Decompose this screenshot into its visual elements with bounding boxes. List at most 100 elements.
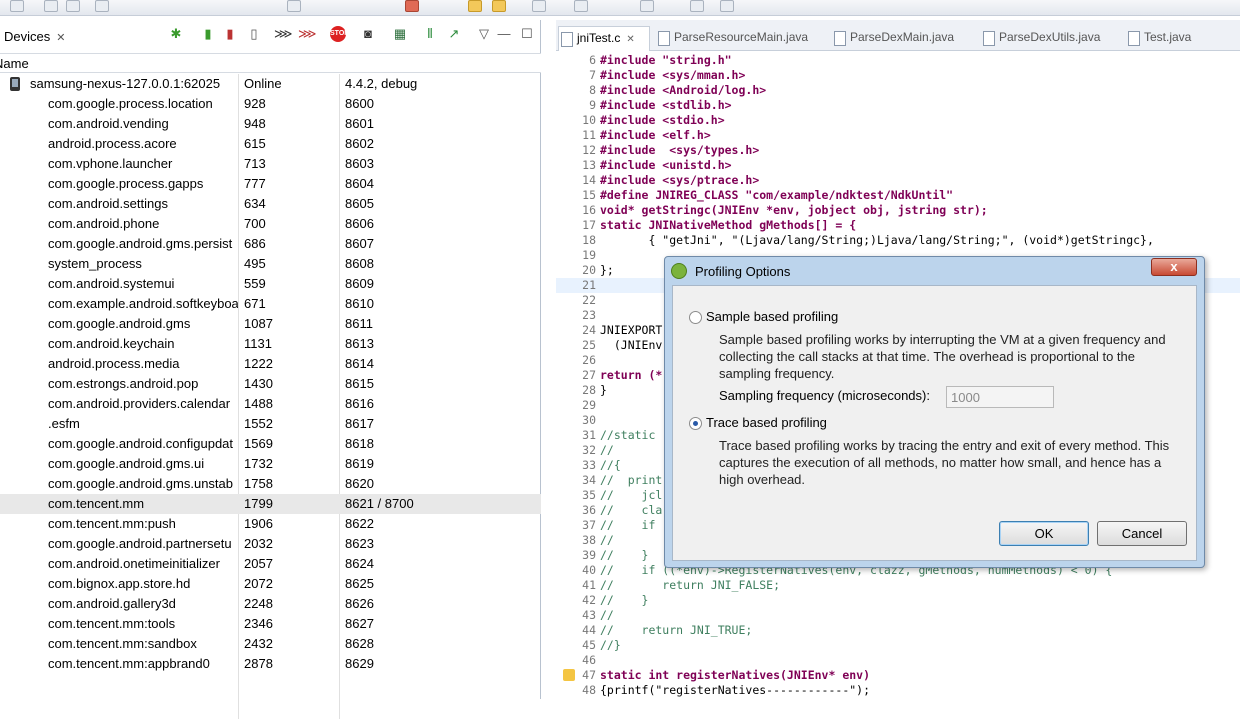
debug-process-icon[interactable]: ✱	[168, 26, 184, 42]
screen-capture-icon[interactable]: ◙	[360, 26, 376, 42]
history-icon[interactable]	[690, 0, 704, 12]
process-row[interactable]: com.android.systemui 559 8609	[0, 274, 541, 294]
tab-jnitest-c[interactable]: jniTest.c ✕	[558, 26, 650, 51]
column-name-header[interactable]: Name	[0, 56, 29, 71]
update-threads-icon[interactable]: ⋙	[274, 26, 293, 42]
opengl-trace-icon[interactable]: ↗	[446, 26, 462, 42]
line-number: 36	[582, 503, 596, 517]
process-row[interactable]: com.estrongs.android.pop 1430 8615	[0, 374, 541, 394]
line-text: //	[600, 533, 614, 547]
process-row[interactable]: com.tencent.mm 1799 8621 / 8700	[0, 494, 541, 514]
process-row[interactable]: com.android.gallery3d 2248 8626	[0, 594, 541, 614]
open-folder-icon[interactable]	[468, 0, 482, 12]
cancel-button[interactable]: Cancel	[1097, 521, 1187, 546]
process-row[interactable]: com.tencent.mm:push 1906 8622	[0, 514, 541, 534]
process-row[interactable]: com.google.android.gms 1087 8611	[0, 314, 541, 334]
process-row[interactable]: system_process 495 8608	[0, 254, 541, 274]
ok-button[interactable]: OK	[999, 521, 1089, 546]
devices-tab[interactable]: Devices ✕	[0, 20, 70, 52]
sample-profiling-label[interactable]: Sample based profiling	[706, 309, 838, 324]
process-row[interactable]: com.tencent.mm:appbrand0 2878 8629	[0, 654, 541, 674]
process-row[interactable]: com.google.android.gms.unstab 1758 8620	[0, 474, 541, 494]
close-icon[interactable]: ✕	[626, 34, 634, 45]
process-row[interactable]: com.google.process.gapps 777 8604	[0, 174, 541, 194]
process-row[interactable]: com.google.android.configupdat 1569 8618	[0, 434, 541, 454]
line-text: static int registerNatives(JNIEnv* env)	[600, 668, 871, 682]
process-row[interactable]: com.android.vending 948 8601	[0, 114, 541, 134]
new-icon[interactable]	[10, 0, 24, 12]
navigate-icon[interactable]	[532, 0, 546, 12]
tab-parseresourcemain[interactable]: ParseResourceMain.java	[656, 26, 826, 51]
line-number: 23	[582, 308, 596, 322]
tab-parsedexmain[interactable]: ParseDexMain.java	[832, 26, 977, 51]
line-number: 29	[582, 398, 596, 412]
back-icon[interactable]	[574, 0, 588, 12]
dump-view-hierarchy-icon[interactable]: ▦	[392, 26, 408, 42]
devices-toolbar: ✱ ▮ ▮ ▯ ⋙ ⋙ STOP ◙ ▦ ⫴ ↗ ▽ — ☐	[166, 26, 541, 46]
line-text: #include <stdlib.h>	[600, 98, 732, 112]
code-line: 14 #include <sys/ptrace.h>	[556, 173, 1240, 188]
maximize-icon[interactable]: ☐	[519, 26, 535, 42]
forward-icon[interactable]	[640, 0, 654, 12]
tab-parsedexutils[interactable]: ParseDexUtils.java	[981, 26, 1121, 51]
process-row[interactable]: com.tencent.mm:tools 2346 8627	[0, 614, 541, 634]
line-number: 38	[582, 533, 596, 547]
device-row[interactable]: samsung-nexus-127.0.0.1:62025 Online 4.4…	[0, 74, 541, 94]
process-row[interactable]: com.google.process.location 928 8600	[0, 94, 541, 114]
process-pid: 928	[244, 96, 266, 111]
tab-test-java[interactable]: Test.java	[1126, 26, 1216, 51]
process-port: 8605	[345, 196, 374, 211]
process-row[interactable]: com.google.android.partnersetu 2032 8623	[0, 534, 541, 554]
code-line: 15 #define JNIREG_CLASS "com/example/ndkt…	[556, 188, 1240, 203]
search-icon[interactable]	[492, 0, 506, 12]
process-row[interactable]: .esfm 1552 8617	[0, 414, 541, 434]
process-row[interactable]: com.android.phone 700 8606	[0, 214, 541, 234]
process-row[interactable]: com.android.onetimeinitializer 2057 8624	[0, 554, 541, 574]
update-heap-icon[interactable]: ▮	[200, 26, 216, 42]
code-line: 48 {printf("registerNatives------------")…	[556, 683, 1240, 698]
sampling-frequency-input[interactable]: 1000	[946, 386, 1054, 408]
process-pid: 2878	[244, 656, 273, 671]
process-name: com.google.process.gapps	[48, 176, 204, 191]
debug-icon[interactable]	[405, 0, 419, 12]
build-icon[interactable]	[287, 0, 301, 12]
process-row[interactable]: com.google.android.gms.persist 686 8607	[0, 234, 541, 254]
close-button[interactable]: x	[1151, 258, 1197, 276]
code-line: 18 { "getJni", "(Ljava/lang/String;)Ljav…	[556, 233, 1240, 248]
process-row[interactable]: com.vphone.launcher 713 8603	[0, 154, 541, 174]
close-icon[interactable]: ✕	[56, 32, 65, 44]
process-row[interactable]: android.process.acore 615 8602	[0, 134, 541, 154]
process-row[interactable]: com.tencent.mm:sandbox 2432 8628	[0, 634, 541, 654]
binary-icon[interactable]	[95, 0, 109, 12]
process-pid: 1131	[244, 336, 272, 351]
sampling-frequency-label: Sampling frequency (microseconds):	[719, 388, 930, 403]
perspective-icon[interactable]	[720, 0, 734, 12]
process-row[interactable]: com.android.keychain 1131 8613	[0, 334, 541, 354]
view-menu-icon[interactable]: ▽	[476, 26, 492, 42]
line-number: 43	[582, 608, 596, 622]
process-row[interactable]: com.google.android.gms.ui 1732 8619	[0, 454, 541, 474]
process-row[interactable]: com.example.android.softkeyboa 671 8610	[0, 294, 541, 314]
print-icon[interactable]	[66, 0, 80, 12]
process-row[interactable]: com.android.settings 634 8605	[0, 194, 541, 214]
process-port: 8607	[345, 236, 374, 251]
line-text: // cla	[600, 503, 663, 517]
minimize-icon[interactable]: —	[496, 26, 512, 42]
trace-profiling-label[interactable]: Trace based profiling	[706, 415, 827, 430]
process-row[interactable]: com.android.providers.calendar 1488 8616	[0, 394, 541, 414]
cause-gc-icon[interactable]: ▯	[246, 26, 262, 42]
systrace-icon[interactable]: ⫴	[422, 26, 438, 42]
sample-profiling-radio[interactable]	[689, 311, 702, 324]
dump-hprof-icon[interactable]: ▮	[222, 26, 238, 42]
start-method-profiling-icon[interactable]: ⋙	[298, 26, 317, 42]
line-number: 22	[582, 293, 596, 307]
line-number: 14	[582, 173, 596, 187]
stop-process-icon[interactable]: STOP	[330, 26, 349, 42]
process-row[interactable]: com.bignox.app.store.hd 2072 8625	[0, 574, 541, 594]
process-pid: 2346	[244, 616, 273, 631]
process-row[interactable]: android.process.media 1222 8614	[0, 354, 541, 374]
line-number: 46	[582, 653, 596, 667]
save-icon[interactable]	[44, 0, 58, 12]
trace-profiling-radio[interactable]	[689, 417, 702, 430]
code-line: 17 static JNINativeMethod gMethods[] = {	[556, 218, 1240, 233]
